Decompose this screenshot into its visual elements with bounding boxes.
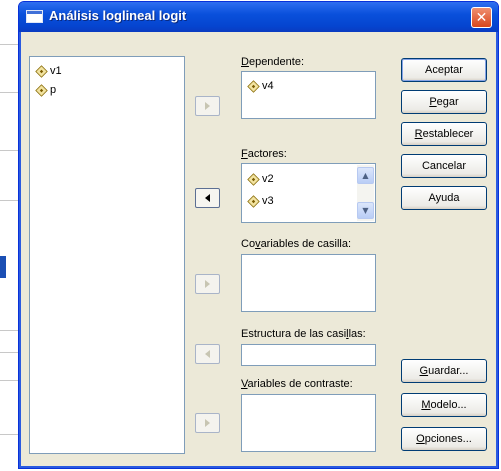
list-item[interactable]: v4 — [247, 78, 274, 94]
contrast-variables-list[interactable] — [241, 394, 376, 452]
variable-icon — [247, 79, 260, 93]
list-item[interactable]: v1 — [35, 63, 62, 79]
save-button[interactable]: Guardar... — [401, 359, 487, 383]
list-item-label: v2 — [262, 173, 274, 185]
arrow-left-icon — [205, 350, 210, 358]
cell-covariates-list[interactable] — [241, 254, 376, 312]
factors-list[interactable]: v2 v3 ▲ ▼ — [241, 163, 376, 223]
cell-covariates-label: Covariables de casilla: — [241, 238, 352, 250]
logit-loglinear-dialog: Análisis loglineal logit ✕ v1 p Dependen… — [18, 1, 499, 469]
move-from-factors-button[interactable] — [195, 188, 220, 208]
dependent-list[interactable]: v4 — [241, 71, 376, 119]
cancel-button[interactable]: Cancelar — [401, 154, 487, 178]
dialog-title: Análisis loglineal logit — [49, 8, 187, 23]
accept-button[interactable]: Aceptar — [401, 58, 487, 82]
list-item[interactable]: p — [35, 82, 57, 98]
arrow-left-icon — [205, 194, 210, 202]
variable-icon — [247, 194, 260, 208]
cell-structure-label: Estructura de las casillas: — [241, 328, 366, 340]
move-to-cell-covariates-button[interactable] — [195, 274, 220, 294]
model-button[interactable]: Modelo... — [401, 393, 487, 417]
move-to-dependent-button[interactable] — [195, 96, 220, 116]
arrow-right-icon — [205, 280, 210, 288]
title-bar[interactable]: Análisis loglineal logit ✕ — [19, 2, 498, 32]
background-window-edge — [0, 0, 18, 471]
arrow-right-icon — [205, 102, 210, 110]
arrow-right-icon — [205, 419, 210, 427]
close-button[interactable]: ✕ — [471, 7, 492, 28]
cell-structure-field[interactable] — [241, 344, 376, 366]
variable-icon — [247, 172, 260, 186]
options-button[interactable]: Opciones... — [401, 427, 487, 451]
window-icon — [26, 10, 43, 23]
scroll-down-button[interactable]: ▼ — [357, 202, 374, 219]
close-icon: ✕ — [475, 9, 488, 26]
paste-button[interactable]: Pegar — [401, 90, 487, 114]
reset-button[interactable]: Restablecer — [401, 122, 487, 146]
scroll-up-button[interactable]: ▲ — [357, 167, 374, 184]
move-to-contrast-variables-button[interactable] — [195, 413, 220, 433]
variable-icon — [35, 83, 48, 97]
contrast-variables-label: Variables de contraste: — [241, 378, 353, 390]
variable-icon — [35, 64, 48, 78]
dependent-label: Dependente: — [241, 56, 305, 68]
list-item-label: v1 — [50, 65, 62, 77]
source-variable-list[interactable]: v1 p — [29, 56, 185, 454]
factors-label: Factores: — [241, 148, 287, 160]
list-item-label: v4 — [262, 80, 274, 92]
list-item[interactable]: v3 — [247, 193, 274, 209]
move-to-cell-structure-button[interactable] — [195, 344, 220, 364]
factors-scrollbar[interactable]: ▲ ▼ — [357, 165, 374, 221]
list-item-label: v3 — [262, 195, 274, 207]
list-item[interactable]: v2 — [247, 171, 274, 187]
help-button[interactable]: Ayuda — [401, 186, 487, 210]
list-item-label: p — [50, 84, 57, 96]
